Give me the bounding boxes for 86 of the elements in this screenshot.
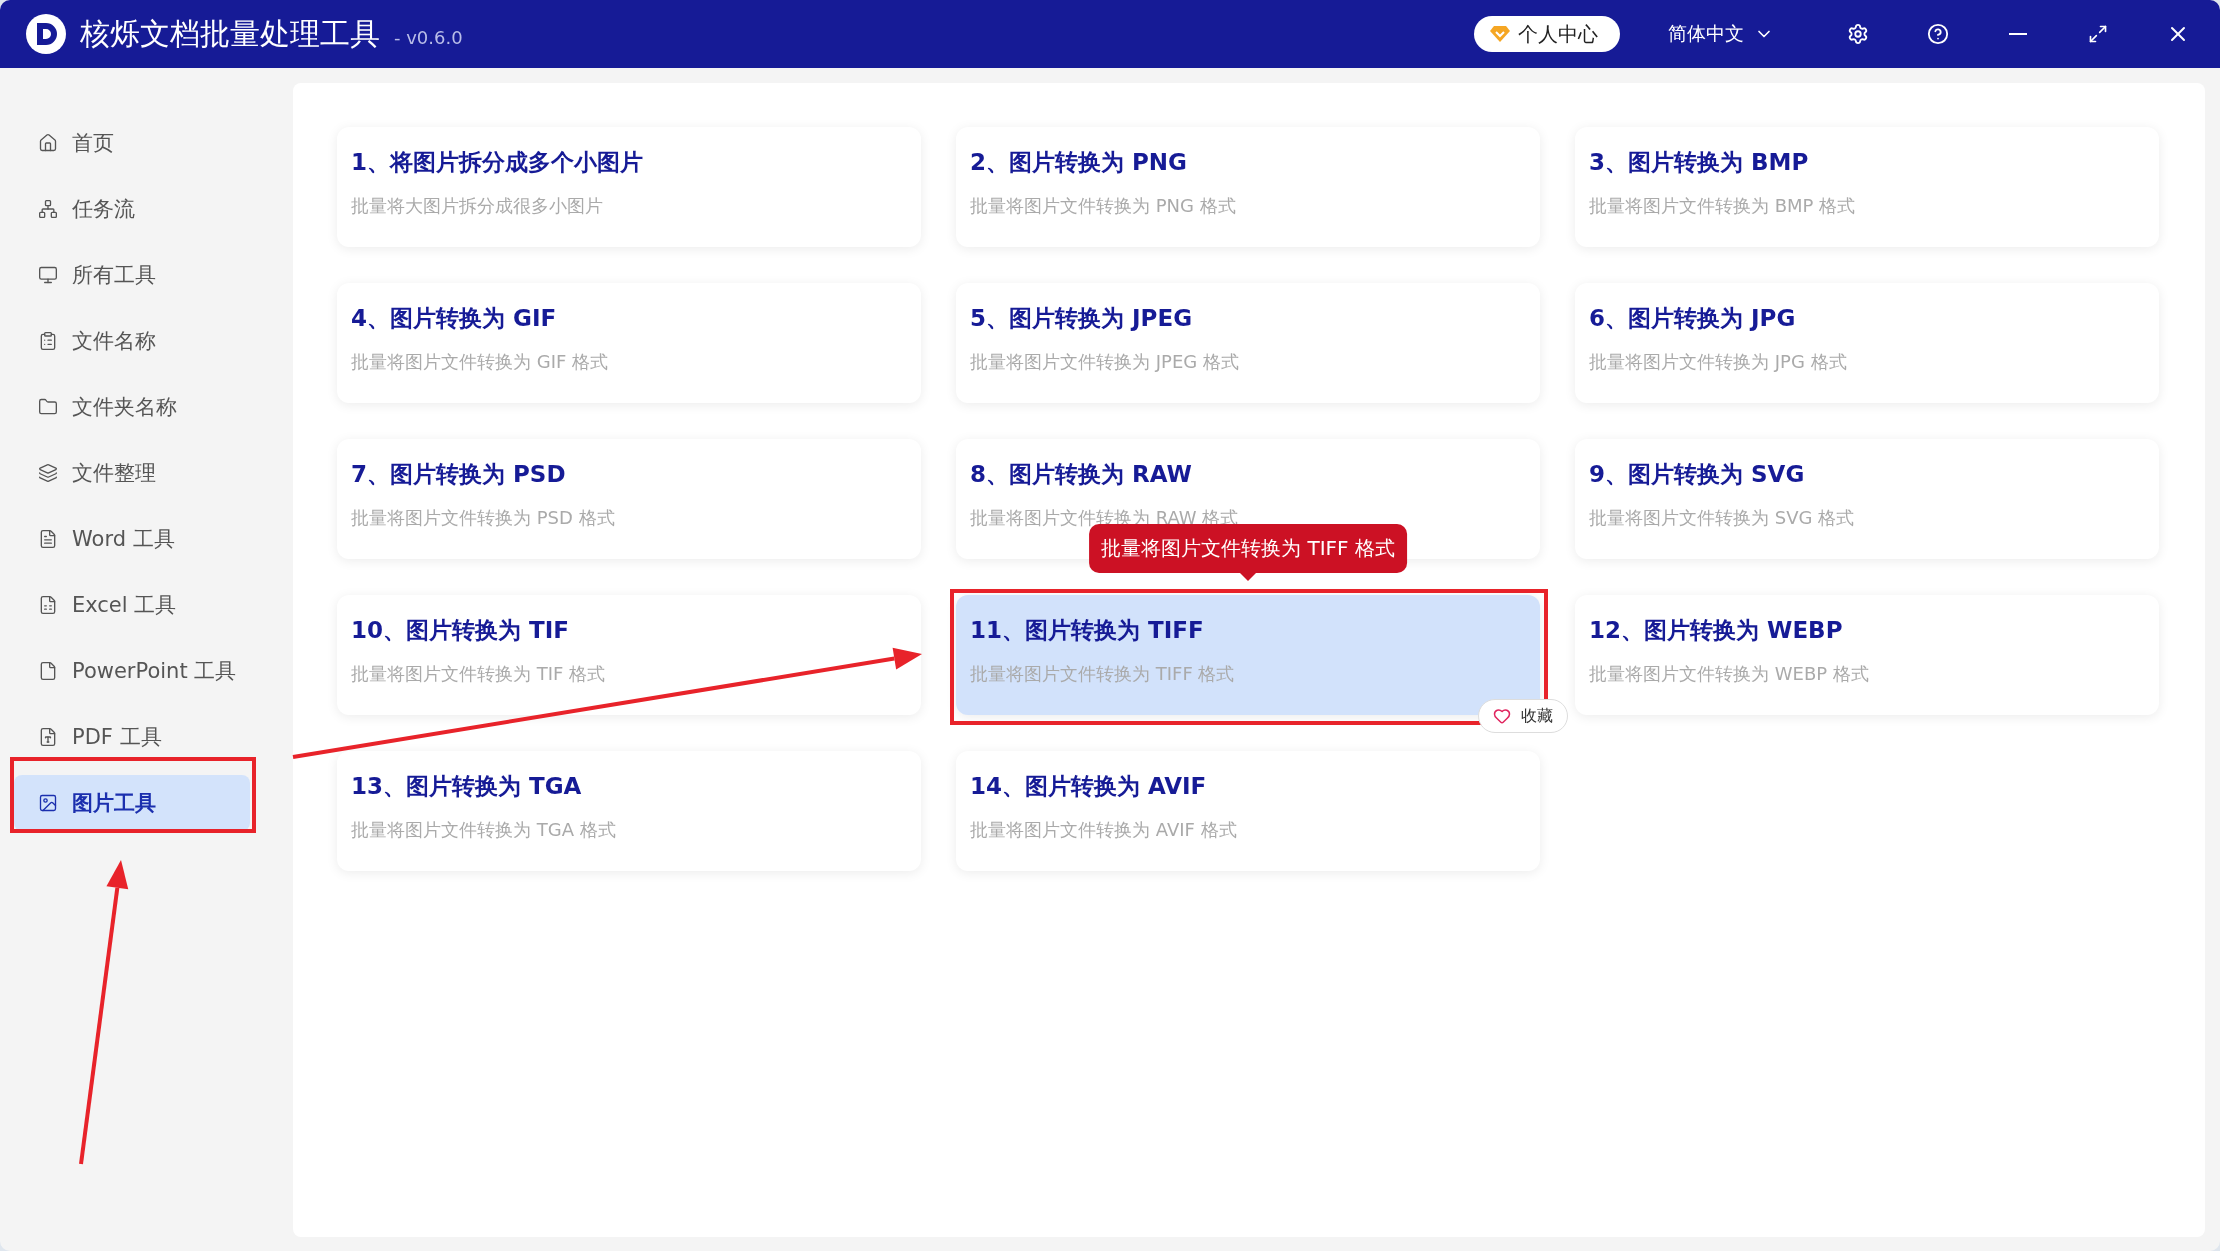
tool-title: 10、图片转换为 TIF xyxy=(351,616,569,645)
tool-description: 批量将图片文件转换为 PNG 格式 xyxy=(970,194,1236,218)
sidebar-item[interactable]: 所有工具 xyxy=(14,247,250,303)
sidebar-label: Word 工具 xyxy=(72,526,175,553)
diamond-icon xyxy=(1490,25,1510,43)
blocks-icon xyxy=(38,463,58,483)
sidebar-label: PDF 工具 xyxy=(72,724,162,751)
sidebar-item[interactable]: 图片工具 xyxy=(14,775,250,831)
sidebar-item[interactable]: 首页 xyxy=(14,115,250,171)
tool-description: 批量将图片文件转换为 BMP 格式 xyxy=(1589,194,1856,218)
tool-description: 批量将图片文件转换为 JPG 格式 xyxy=(1589,350,1847,374)
file-icon xyxy=(38,727,58,747)
maximize-icon xyxy=(2088,24,2108,44)
logo-icon xyxy=(26,14,66,54)
help-icon xyxy=(1927,23,1949,45)
tool-title: 11、图片转换为 TIFF xyxy=(970,616,1204,645)
tool-title: 7、图片转换为 PSD xyxy=(351,460,566,489)
flowchart-icon xyxy=(38,199,58,219)
heart-icon xyxy=(1493,707,1511,725)
document-icon xyxy=(38,529,58,549)
clipboard-icon xyxy=(38,331,58,351)
tool-title: 9、图片转换为 SVG xyxy=(1589,460,1805,489)
tool-description: 批量将图片文件转换为 WEBP 格式 xyxy=(1589,662,1869,686)
tool-title: 8、图片转换为 RAW xyxy=(970,460,1192,489)
tool-card[interactable]: 10、图片转换为 TIF 批量将图片文件转换为 TIF 格式 xyxy=(337,595,921,715)
sidebar-label: 任务流 xyxy=(72,196,135,223)
sidebar-label: Excel 工具 xyxy=(72,592,177,619)
sidebar-item[interactable]: Excel 工具 xyxy=(14,577,250,633)
tool-description: 批量将图片文件转换为 TIF 格式 xyxy=(351,662,606,686)
tool-card[interactable]: 6、图片转换为 JPG 批量将图片文件转换为 JPG 格式 xyxy=(1575,283,2159,403)
tool-title: 3、图片转换为 BMP xyxy=(1589,148,1809,177)
tool-description: 批量将大图片拆分成很多小图片 xyxy=(351,194,603,218)
tool-description: 批量将图片文件转换为 AVIF 格式 xyxy=(970,818,1237,842)
tool-description: 批量将图片文件转换为 PSD 格式 xyxy=(351,506,615,530)
tool-card[interactable]: 3、图片转换为 BMP 批量将图片文件转换为 BMP 格式 xyxy=(1575,127,2159,247)
tool-description: 批量将图片文件转换为 GIF 格式 xyxy=(351,350,609,374)
sidebar-label: 文件夹名称 xyxy=(72,394,177,421)
tool-title: 14、图片转换为 AVIF xyxy=(970,772,1207,801)
tool-card[interactable]: 9、图片转换为 SVG 批量将图片文件转换为 SVG 格式 xyxy=(1575,439,2159,559)
settings-icon xyxy=(1847,23,1869,45)
window-title: 核烁文档批量处理工具 xyxy=(80,14,380,53)
file-icon xyxy=(38,661,58,681)
tool-card[interactable]: 4、图片转换为 GIF 批量将图片文件转换为 GIF 格式 xyxy=(337,283,921,403)
sidebar-label: PowerPoint 工具 xyxy=(72,658,237,685)
tool-title: 2、图片转换为 PNG xyxy=(970,148,1187,177)
sidebar-label: 所有工具 xyxy=(72,262,156,289)
sidebar-item[interactable]: 文件夹名称 xyxy=(14,379,250,435)
tool-title: 1、将图片拆分成多个小图片 xyxy=(351,148,643,177)
sidebar-label: 首页 xyxy=(72,130,114,157)
tool-card[interactable]: 13、图片转换为 TGA 批量将图片文件转换为 TGA 格式 xyxy=(337,751,921,871)
language-dropdown[interactable]: 简体中文 xyxy=(1668,21,1774,47)
sidebar-item[interactable]: PowerPoint 工具 xyxy=(14,643,250,699)
sidebar-item[interactable]: 任务流 xyxy=(14,181,250,237)
monitor-icon xyxy=(38,265,58,285)
tool-title: 5、图片转换为 JPEG xyxy=(970,304,1192,333)
sidebar-item[interactable]: PDF 工具 xyxy=(14,709,250,765)
home-icon xyxy=(38,133,58,153)
image-icon xyxy=(38,793,58,813)
tool-card[interactable]: 5、图片转换为 JPEG 批量将图片文件转换为 JPEG 格式 xyxy=(956,283,1540,403)
spreadsheet-icon xyxy=(38,595,58,615)
sidebar-label: 文件名称 xyxy=(72,328,156,355)
sidebar-item[interactable]: 文件整理 xyxy=(14,445,250,501)
tooltip: 批量将图片文件转换为 TIFF 格式 xyxy=(1089,524,1407,573)
sidebar-label: 图片工具 xyxy=(72,790,156,817)
sidebar-item[interactable]: Word 工具 xyxy=(14,511,250,567)
sidebar-label: 文件整理 xyxy=(72,460,156,487)
tool-card[interactable]: 1、将图片拆分成多个小图片 批量将大图片拆分成很多小图片 xyxy=(337,127,921,247)
sidebar-item[interactable]: 文件名称 xyxy=(14,313,250,369)
folder-icon xyxy=(38,397,58,417)
version-label: - v0.6.0 xyxy=(394,26,463,48)
tool-card[interactable]: 12、图片转换为 WEBP 批量将图片文件转换为 WEBP 格式 xyxy=(1575,595,2159,715)
tool-title: 12、图片转换为 WEBP xyxy=(1589,616,1843,645)
tool-card[interactable]: 2、图片转换为 PNG 批量将图片文件转换为 PNG 格式 xyxy=(956,127,1540,247)
tool-card[interactable]: 7、图片转换为 PSD 批量将图片文件转换为 PSD 格式 xyxy=(337,439,921,559)
account-button[interactable]: 个人中心 xyxy=(1474,16,1620,52)
tool-description: 批量将图片文件转换为 TGA 格式 xyxy=(351,818,616,842)
tooltip-pointer xyxy=(1240,573,1256,581)
tool-card[interactable]: 14、图片转换为 AVIF 批量将图片文件转换为 AVIF 格式 xyxy=(956,751,1540,871)
tool-description: 批量将图片文件转换为 SVG 格式 xyxy=(1589,506,1855,530)
favorite-button[interactable]: 收藏 xyxy=(1478,699,1568,733)
tool-title: 13、图片转换为 TGA xyxy=(351,772,582,801)
tool-description: 批量将图片文件转换为 JPEG 格式 xyxy=(970,350,1239,374)
tool-title: 4、图片转换为 GIF xyxy=(351,304,557,333)
minimize-icon xyxy=(2009,33,2027,35)
tool-description: 批量将图片文件转换为 TIFF 格式 xyxy=(970,662,1235,686)
tool-title: 6、图片转换为 JPG xyxy=(1589,304,1796,333)
